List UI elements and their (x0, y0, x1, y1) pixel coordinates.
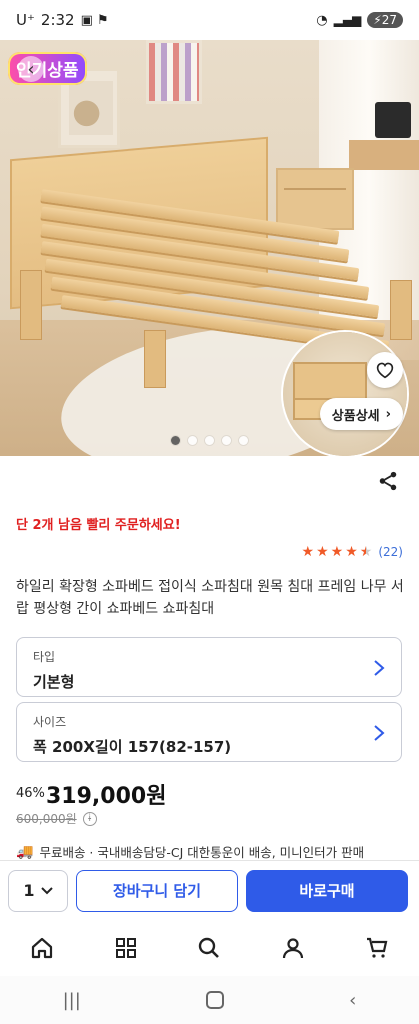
original-price-row: 600,000원 i (16, 810, 97, 827)
chevron-down-icon (40, 886, 53, 894)
carrier-label: U⁺ (16, 11, 35, 29)
product-detail-button[interactable]: 상품상세 › (319, 398, 403, 430)
bed-leg (144, 330, 166, 388)
home-icon[interactable] (30, 936, 54, 960)
battery-level: 27 (381, 13, 397, 27)
carousel-dot[interactable] (222, 436, 231, 445)
review-count-link[interactable]: (22) (378, 545, 403, 559)
original-price: 600,000원 (16, 812, 77, 826)
shipping-text: 무료배송 · 국내배송담당-CJ 대한통운이 배송, 미니인터가 판매 (39, 845, 365, 860)
notification-icons: ▣ ⚑ (80, 12, 109, 28)
chevron-left-icon: ‹ (27, 58, 35, 80)
carousel-indicator (0, 436, 419, 445)
chevron-right-icon: › (385, 406, 391, 422)
bed-leg (20, 270, 42, 340)
wifi-icon: ◔ (316, 12, 328, 28)
buy-now-button[interactable]: 바로구매 (246, 869, 408, 912)
share-button[interactable] (377, 470, 401, 494)
truck-icon: 🚚 (16, 843, 34, 860)
category-grid-icon[interactable] (114, 936, 138, 960)
monitor-image (375, 102, 411, 138)
add-to-cart-button[interactable]: 장바구니 담기 (76, 869, 238, 912)
option-value: 기본형 (33, 673, 75, 691)
option-value: 폭 200X길이 157(82-157) (33, 738, 232, 756)
status-bar: U⁺ 2:32 ▣ ⚑ ◔ ▂▄▆ ⚡27 (0, 0, 419, 40)
chevron-right-icon (374, 660, 385, 676)
back-icon[interactable]: ‹ (349, 990, 356, 1011)
option-label: 타입 (33, 650, 56, 664)
product-detail-label: 상품상세 (331, 408, 380, 424)
star-icon: ★ (330, 544, 344, 560)
signal-icon: ▂▄▆ (333, 13, 362, 27)
shipping-info: 🚚 무료배송 · 국내배송담당-CJ 대한통운이 배송, 미니인터가 판매 (16, 842, 364, 861)
wishlist-button[interactable] (367, 352, 403, 388)
search-icon[interactable] (197, 936, 221, 960)
home-circle-icon[interactable] (205, 991, 224, 1009)
wall-art-image (146, 40, 202, 104)
user-icon[interactable] (281, 936, 305, 960)
thumb-sofa-back (293, 362, 367, 402)
cart-icon[interactable] (365, 936, 389, 960)
option-type-selector[interactable]: 타입 기본형 (16, 637, 402, 697)
bottom-navigation (0, 920, 419, 976)
back-button[interactable]: ‹ (18, 56, 44, 82)
stock-urgency-text: 단 2개 남음 빨리 주문하세요! (16, 518, 181, 533)
option-label: 사이즈 (33, 715, 67, 729)
recent-apps-icon[interactable]: ||| (63, 990, 81, 1011)
time-label: 2:32 (40, 11, 75, 29)
sale-price: 319,000원 (46, 784, 167, 809)
carousel-dot[interactable] (205, 436, 214, 445)
product-image-carousel[interactable]: 인기상품 ‹ 상품상세 › (0, 40, 419, 456)
product-rating[interactable]: ★ ★ ★ ★ ★ (22) (302, 544, 403, 560)
battery-indicator: ⚡27 (367, 12, 403, 28)
share-icon (379, 471, 397, 491)
info-icon[interactable]: i (82, 811, 97, 826)
quantity-value: 1 (23, 881, 35, 900)
chevron-right-icon (374, 725, 385, 741)
purchase-bar: 1 장바구니 담기 바로구매 (0, 860, 419, 920)
heart-icon (376, 362, 394, 379)
discount-rate: 46% (16, 786, 45, 801)
carousel-dot[interactable] (171, 436, 180, 445)
system-navigation-bar: ||| ‹ (0, 976, 419, 1024)
half-star-icon: ★ (359, 544, 373, 560)
product-title: 하일리 확장형 소파베드 접이식 소파침대 원목 침대 프레임 나무 서랍 평상… (16, 579, 404, 617)
option-size-selector[interactable]: 사이즈 폭 200X길이 157(82-157) (16, 702, 402, 762)
desk-image (349, 140, 419, 170)
star-icon: ★ (345, 544, 358, 560)
star-icon: ★ (301, 544, 315, 560)
carousel-dot[interactable] (239, 436, 248, 445)
quantity-select[interactable]: 1 (8, 869, 68, 912)
carousel-dot[interactable] (188, 436, 197, 445)
bed-leg (390, 280, 412, 340)
star-icon: ★ (316, 544, 329, 560)
